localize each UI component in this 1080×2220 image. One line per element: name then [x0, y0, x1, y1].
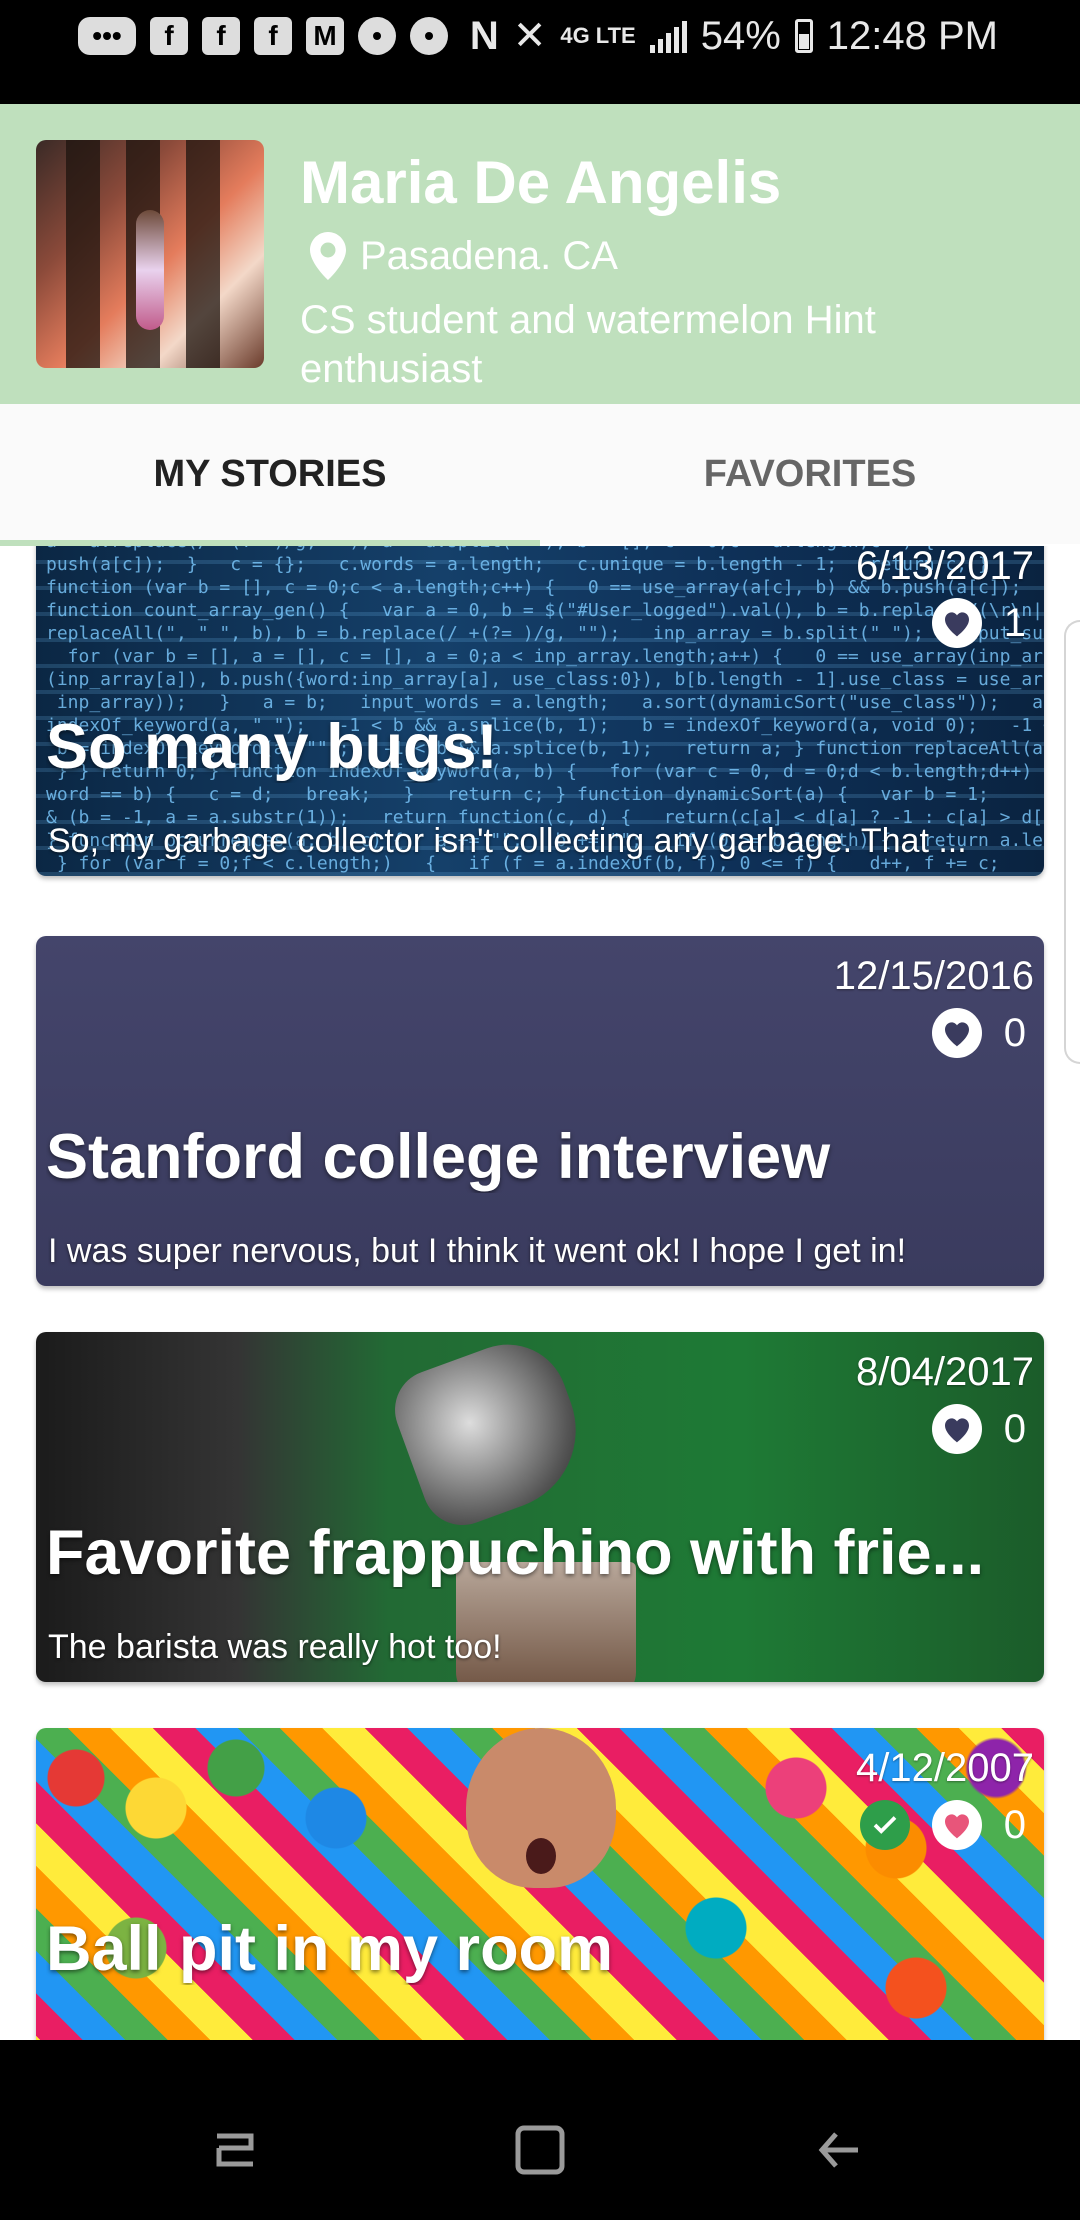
- story-title: Favorite frappuchino with frie...: [46, 1518, 985, 1588]
- profile-header: Maria De Angelis Pasadena. CA CS student…: [0, 104, 1080, 404]
- recent-apps-icon[interactable]: [200, 2115, 270, 2185]
- profile-bio: CS student and watermelon Hint enthusias…: [300, 298, 876, 391]
- story-date: 12/15/2016: [833, 954, 1034, 998]
- facebook-icon: f: [202, 17, 240, 55]
- clock: 12:48 PM: [826, 13, 998, 58]
- heart-icon[interactable]: [931, 1008, 982, 1058]
- like-count: 0: [1003, 1802, 1026, 1847]
- avatar[interactable]: [36, 140, 264, 368]
- home-icon[interactable]: [505, 2115, 575, 2185]
- story-list[interactable]: a = a.replace(/ +(?= )/g, ""), a = a.spl…: [0, 546, 1080, 2040]
- like-count: 0: [1003, 1406, 1026, 1451]
- story-description: The barista was really hot too!: [48, 1628, 502, 1666]
- heart-icon[interactable]: [931, 598, 982, 648]
- edge-panel-handle[interactable]: [1064, 620, 1080, 1064]
- story-card[interactable]: 8/04/2017 0 Favorite frappuchino with fr…: [36, 1332, 1044, 1682]
- tab-favorites[interactable]: FAVORITES: [540, 404, 1080, 544]
- nfc-icon: N: [469, 13, 499, 58]
- story-likes: 1: [931, 598, 1026, 648]
- facebook-icon: f: [254, 17, 292, 55]
- like-count: 0: [1003, 1010, 1026, 1055]
- battery-icon: [794, 19, 813, 53]
- signal-icon: [649, 19, 687, 53]
- location-label: Pasadena. CA: [360, 233, 618, 278]
- story-description: I was super nervous, but I think it went…: [48, 1232, 907, 1270]
- vibrate-icon: ✕: [512, 14, 547, 58]
- story-title: Stanford college interview: [46, 1122, 831, 1192]
- messages-icon: •••: [78, 17, 136, 55]
- story-card[interactable]: 12/15/2016 0 Stanford college interview …: [36, 936, 1044, 1286]
- heart-icon[interactable]: [931, 1404, 982, 1454]
- story-description: So, my garbage collector isn't collectin…: [48, 822, 967, 860]
- system-icons: N ✕ 4G LTE 54% 12:48 PM: [470, 8, 998, 64]
- battery-percent: 54%: [700, 13, 781, 58]
- story-card[interactable]: 4/12/2007 0 Ball pit in my room: [36, 1728, 1044, 2040]
- tab-bar: MY STORIES FAVORITES: [0, 404, 1080, 546]
- story-likes: 0: [931, 1008, 1026, 1058]
- facebook-icon: f: [150, 17, 188, 55]
- story-likes: 0: [931, 1404, 1026, 1454]
- profile-name: Maria De Angelis: [300, 149, 782, 216]
- notification-icons: ••• f f f M • •: [78, 14, 448, 58]
- story-date: 8/04/2017: [856, 1350, 1034, 1394]
- network-4g-icon: 4G LTE: [560, 23, 636, 48]
- tab-my-stories[interactable]: MY STORIES: [0, 404, 540, 544]
- navigation-bar: [0, 2040, 1080, 2220]
- heart-icon[interactable]: [931, 1800, 982, 1850]
- gmail-icon: M: [306, 17, 344, 55]
- location-pin-icon: [310, 232, 346, 280]
- notification-icon: •: [410, 17, 448, 55]
- story-card[interactable]: a = a.replace(/ +(?= )/g, ""), a = a.spl…: [36, 546, 1044, 876]
- story-likes: 0: [859, 1800, 1026, 1850]
- like-count: 1: [1003, 600, 1026, 645]
- status-bar: ••• f f f M • • N ✕ 4G LTE 54% 12:48 PM: [0, 0, 1080, 104]
- back-icon[interactable]: [805, 2115, 875, 2185]
- story-title: Ball pit in my room: [46, 1914, 614, 1984]
- checkmark-icon: [859, 1800, 910, 1850]
- story-date: 4/12/2007: [856, 1746, 1034, 1790]
- profile-location: Pasadena. CA: [310, 232, 618, 280]
- story-date: 6/13/2017: [856, 546, 1034, 588]
- story-title: So many bugs!: [46, 712, 498, 782]
- notification-icon: •: [358, 17, 396, 55]
